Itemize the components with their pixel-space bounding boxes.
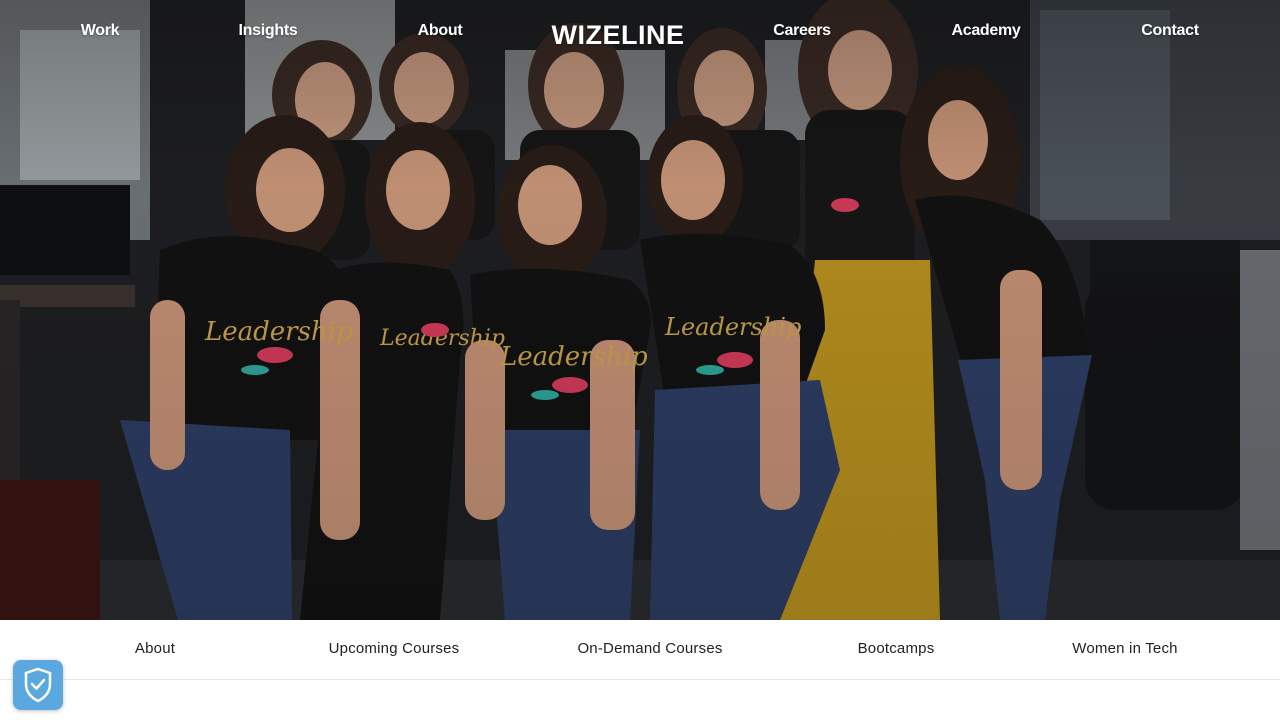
nav-contact-link[interactable]: Contact [1141,22,1199,40]
subnav-on-demand-courses-link[interactable]: On-Demand Courses [577,640,722,657]
privacy-settings-button[interactable] [13,660,63,710]
nav-academy-link[interactable]: Academy [951,22,1020,40]
nav-careers-link[interactable]: Careers [773,22,831,40]
nav-work-link[interactable]: Work [81,22,120,40]
nav-about-link[interactable]: About [418,22,463,40]
shield-check-icon [24,667,52,703]
wizeline-logo[interactable]: WIZELINE [552,20,685,51]
nav-insights-link[interactable]: Insights [239,22,298,40]
subnav-about-link[interactable]: About [135,640,175,657]
subnav-bootcamps-link[interactable]: Bootcamps [858,640,935,657]
subnav-upcoming-courses-link[interactable]: Upcoming Courses [329,640,460,657]
academy-subnav: About Upcoming Courses On-Demand Courses… [0,620,1280,680]
subnav-women-in-tech-link[interactable]: Women in Tech [1072,640,1177,657]
hero-overlay [0,0,1280,620]
top-navigation: Work Insights About WIZELINE Careers Aca… [0,0,1280,70]
hero-photo: Leadership Leadership Leadership Leaders… [0,0,1280,620]
